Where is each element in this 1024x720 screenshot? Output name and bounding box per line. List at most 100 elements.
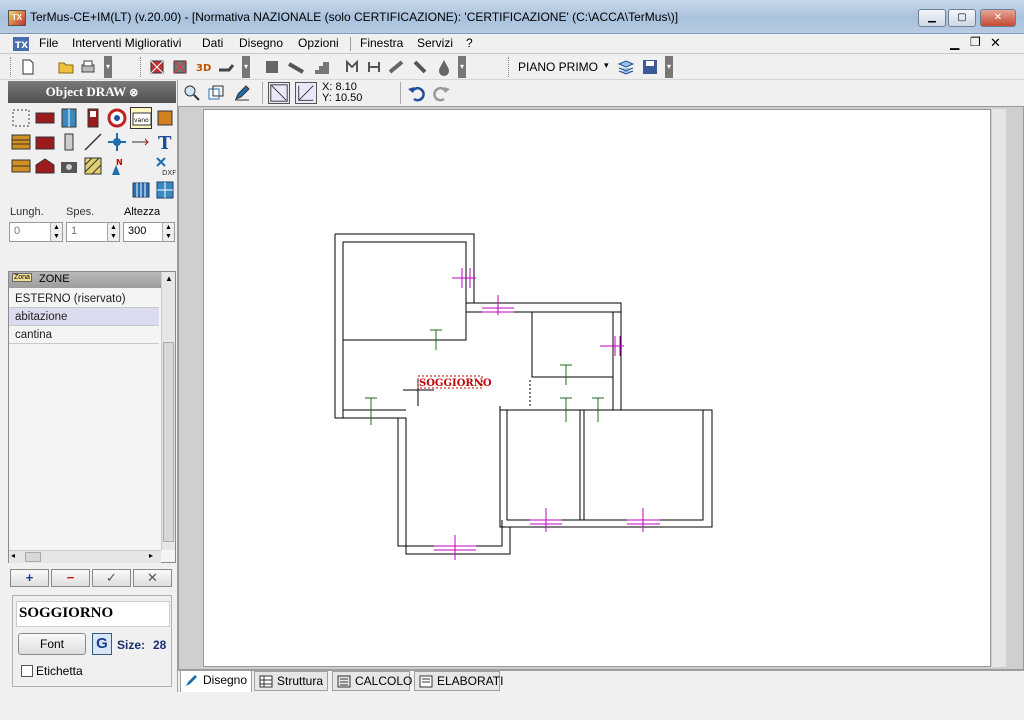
- mdi-close-button[interactable]: ✕: [990, 35, 1001, 51]
- svg-text:T: T: [158, 133, 172, 153]
- drawing-canvas[interactable]: SOGGIORNO: [203, 109, 991, 667]
- size-label: Size:: [117, 638, 146, 652]
- radiator-icon[interactable]: [386, 57, 406, 77]
- roof-slab-tool-icon[interactable]: [10, 155, 32, 177]
- floor-slab-tool-icon[interactable]: [10, 131, 32, 153]
- zone-list-item[interactable]: cantina: [9, 326, 159, 344]
- report-icon: [419, 675, 433, 688]
- save-disk-icon[interactable]: [640, 57, 660, 77]
- menu-opzioni[interactable]: Opzioni: [298, 36, 339, 50]
- zoom-icon[interactable]: [182, 83, 202, 103]
- block-tool-icon[interactable]: [34, 131, 56, 153]
- ortho-toggle-icon[interactable]: [295, 82, 317, 104]
- zones-vertical-scrollbar[interactable]: ▲: [161, 272, 175, 550]
- door-tool-icon[interactable]: [82, 107, 104, 129]
- cancel-zone-button[interactable]: ✕: [133, 569, 172, 587]
- toolbar-dropdown[interactable]: ▾: [665, 56, 673, 78]
- snap-toggle-icon[interactable]: [268, 82, 290, 104]
- length-spinner[interactable]: ▲ ▼: [50, 223, 62, 241]
- toolbar-dropdown[interactable]: ▾: [104, 56, 112, 78]
- camera-tool-icon[interactable]: [58, 155, 80, 177]
- tab-elaborati[interactable]: ELABORATI: [414, 671, 503, 691]
- add-zone-button[interactable]: +: [10, 569, 49, 587]
- tab-calcolo[interactable]: CALCOLO: [332, 671, 412, 691]
- heater-tool-icon[interactable]: [154, 107, 176, 129]
- menu-help[interactable]: ?: [466, 36, 473, 50]
- mdi-restore-button[interactable]: ❐: [970, 35, 981, 49]
- scroll-thumb[interactable]: [163, 342, 174, 542]
- orbit-tool-icon[interactable]: [106, 107, 128, 129]
- toolbar-dropdown[interactable]: ▾: [242, 56, 250, 78]
- delete-wall-icon[interactable]: [147, 57, 167, 77]
- house-tool-icon[interactable]: [34, 155, 56, 177]
- floor-icon[interactable]: [262, 57, 282, 77]
- scroll-up-icon[interactable]: ▲: [165, 274, 173, 283]
- move-icon[interactable]: [342, 57, 362, 77]
- pen-tool-icon[interactable]: [232, 83, 252, 103]
- grid-tool-icon[interactable]: [154, 179, 176, 201]
- menu-servizi[interactable]: Servizi: [417, 36, 453, 50]
- swap-icon[interactable]: [364, 57, 384, 77]
- close-button[interactable]: ✕: [980, 9, 1016, 27]
- minimize-button[interactable]: ▁: [918, 9, 946, 27]
- dxf-import-icon[interactable]: DXF: [154, 155, 176, 177]
- new-file-icon[interactable]: [18, 57, 38, 77]
- tab-struttura[interactable]: Struttura: [254, 671, 328, 691]
- text-tool-icon[interactable]: T: [154, 131, 176, 154]
- confirm-zone-button[interactable]: ✓: [92, 569, 131, 587]
- hatch-tool-icon[interactable]: [82, 155, 104, 177]
- scroll-left-icon[interactable]: ◂: [11, 551, 15, 560]
- window-tool-icon[interactable]: [58, 107, 80, 129]
- tab-disegno[interactable]: Disegno: [180, 670, 252, 692]
- north-tool-icon[interactable]: N: [106, 155, 128, 177]
- zones-horizontal-scrollbar[interactable]: ◂ ▸: [9, 550, 161, 563]
- mdi-minimize-button[interactable]: ▁: [950, 36, 959, 50]
- zone-list-item[interactable]: abitazione: [9, 308, 159, 326]
- print-icon[interactable]: [78, 57, 98, 77]
- radiator-tool-icon[interactable]: [130, 179, 152, 201]
- scroll-thumb[interactable]: [25, 552, 41, 562]
- thickness-spinner[interactable]: ▲ ▼: [107, 223, 119, 241]
- drop-icon[interactable]: [434, 57, 454, 77]
- select-tool-icon[interactable]: [10, 107, 32, 129]
- etichetta-checkbox[interactable]: [21, 665, 33, 677]
- delete-element-icon[interactable]: [170, 57, 190, 77]
- roof-icon[interactable]: [286, 57, 306, 77]
- room-label[interactable]: SOGGIORNO: [419, 378, 492, 389]
- pipe-icon[interactable]: [216, 57, 236, 77]
- open-folder-icon[interactable]: [56, 57, 76, 77]
- menu-dati[interactable]: Dati: [202, 36, 223, 50]
- point-tool-icon[interactable]: [106, 131, 128, 153]
- dimension-tool-icon[interactable]: [130, 131, 152, 153]
- redo-icon[interactable]: [432, 83, 452, 103]
- remove-zone-button[interactable]: −: [51, 569, 90, 587]
- 3d-view-icon[interactable]: 3D: [194, 57, 214, 77]
- svg-text:vano: vano: [134, 117, 149, 124]
- layers-icon[interactable]: [616, 57, 636, 77]
- stair-icon[interactable]: [312, 57, 332, 77]
- menu-interventi-migliorativi[interactable]: Interventi Migliorativi: [72, 36, 181, 50]
- floor-selector[interactable]: PIANO PRIMO: [518, 60, 598, 74]
- canvas-scrollbar[interactable]: [992, 109, 1006, 667]
- pillar-tool-icon[interactable]: [58, 131, 80, 153]
- floor-selector-arrow[interactable]: ▾: [604, 60, 609, 71]
- room-name-field[interactable]: SOGGIORNO: [16, 601, 170, 627]
- scroll-right-icon[interactable]: ▸: [149, 551, 153, 560]
- menu-file[interactable]: File: [39, 36, 58, 50]
- zone-list-item[interactable]: ESTERNO (riservato): [9, 290, 159, 308]
- menu-disegno[interactable]: Disegno: [239, 36, 283, 50]
- font-button[interactable]: Font: [18, 633, 86, 655]
- floor-plan[interactable]: SOGGIORNO: [204, 110, 992, 668]
- zoom-window-icon[interactable]: [206, 83, 226, 103]
- wall-tool-icon[interactable]: [34, 107, 56, 129]
- undo-icon[interactable]: [406, 83, 426, 103]
- room-tool-icon[interactable]: vano: [130, 107, 152, 129]
- height-spinner[interactable]: ▲ ▼: [162, 223, 174, 241]
- boiler-icon[interactable]: [410, 57, 430, 77]
- g-button[interactable]: G: [92, 633, 112, 655]
- menu-finestra[interactable]: Finestra: [360, 36, 403, 50]
- maximize-button[interactable]: ▢: [948, 9, 976, 27]
- pin-icon[interactable]: ⊗: [129, 87, 138, 99]
- toolbar-dropdown[interactable]: ▾: [458, 56, 466, 78]
- line-tool-icon[interactable]: [82, 131, 104, 153]
